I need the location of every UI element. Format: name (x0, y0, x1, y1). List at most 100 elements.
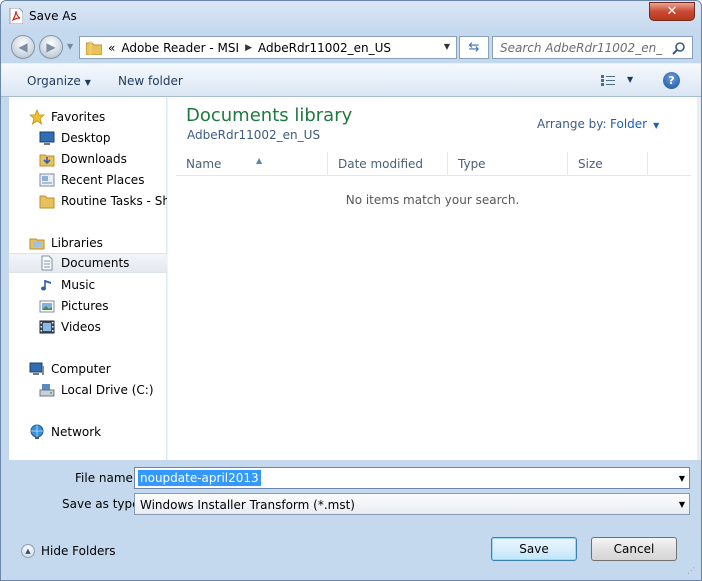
file-name-label: File name: (75, 471, 137, 485)
refresh-button[interactable]: ⇆ (459, 36, 489, 59)
documents-icon (41, 255, 53, 271)
downloads-folder-icon (39, 154, 55, 167)
column-header-size[interactable]: Size (568, 152, 648, 176)
caret-down-icon: ▼ (653, 121, 660, 130)
nav-item-label: Local Drive (C:) (61, 383, 154, 397)
nav-item-videos[interactable]: Videos (39, 317, 101, 337)
organize-menu-button[interactable]: Organize ▼ (27, 74, 91, 88)
nav-computer-label: Computer (51, 362, 111, 376)
view-options-icon[interactable] (601, 75, 615, 87)
nav-network-label: Network (51, 425, 102, 439)
computer-icon (29, 362, 44, 375)
save-as-type-select[interactable]: Windows Installer Transform (*.mst) ▼ (134, 493, 690, 515)
nav-network[interactable]: Network (29, 422, 101, 442)
nav-item-label: Recent Places (61, 173, 145, 187)
nav-favorites-label: Favorites (51, 110, 106, 124)
library-title: Documents library (186, 105, 353, 126)
breadcrumb-adobe-reader-msi[interactable]: Adobe Reader - MSI (121, 41, 239, 55)
nav-item-downloads[interactable]: Downloads (39, 149, 127, 169)
nav-computer[interactable]: Computer (29, 359, 111, 379)
drive-icon (39, 384, 55, 397)
column-header-type[interactable]: Type (448, 152, 568, 176)
resize-grip-icon[interactable]: ⋰ (687, 566, 697, 576)
nav-libraries-label: Libraries (51, 236, 103, 250)
file-name-input[interactable]: noupdate-april2013 (138, 470, 261, 486)
libraries-icon (29, 238, 45, 250)
refresh-icon: ⇆ (468, 40, 480, 55)
file-name-dropdown-icon[interactable]: ▼ (679, 474, 685, 483)
column-header-name[interactable]: ▲ Name (176, 152, 328, 176)
back-button[interactable]: ◀ (11, 35, 35, 59)
nav-item-label: Documents (61, 256, 130, 270)
save-as-type-value: Windows Installer Transform (*.mst) (140, 498, 355, 512)
folder-icon (39, 195, 55, 209)
forward-arrow-icon: ▶ (46, 40, 56, 54)
nav-item-desktop[interactable]: Desktop (39, 128, 111, 148)
folder-icon (86, 40, 102, 55)
save-as-dialog: Save As ✕ ◀ ▶ ▼ « Adobe Reader - MSI ▶ A… (0, 0, 702, 581)
column-header-label: Name (186, 157, 222, 171)
adobe-pdf-icon (9, 8, 23, 24)
title-bar[interactable]: Save As ✕ (1, 1, 701, 31)
column-header-label: Date modified (338, 157, 424, 171)
nav-favorites[interactable]: Favorites (29, 107, 105, 127)
arrange-by-value: Folder (610, 117, 648, 131)
videos-icon (39, 320, 55, 334)
breadcrumb-separator-icon[interactable]: ▶ (245, 43, 252, 53)
file-list-pane: Documents library AdbeRdr11002_en_US Arr… (168, 97, 697, 460)
save-button[interactable]: Save (491, 537, 577, 561)
forward-button[interactable]: ▶ (39, 35, 63, 59)
help-icon[interactable]: ? (663, 72, 680, 89)
column-header-label: Type (458, 157, 486, 171)
nav-item-label: Videos (61, 320, 101, 334)
search-input[interactable] (493, 37, 663, 58)
address-dropdown-icon[interactable]: ▼ (444, 42, 450, 51)
pictures-icon (39, 300, 55, 313)
sort-ascending-icon: ▲ (256, 156, 263, 165)
window-title: Save As (29, 9, 77, 23)
library-subtitle: AdbeRdr11002_en_US (187, 128, 321, 142)
arrange-by-dropdown[interactable]: Folder ▼ (610, 117, 659, 131)
address-bar[interactable]: « Adobe Reader - MSI ▶ AdbeRdr11002_en_U… (79, 36, 457, 59)
search-box (492, 36, 693, 59)
search-icon[interactable] (672, 41, 686, 55)
column-header-label: Size (578, 157, 603, 171)
nav-item-label: Downloads (61, 152, 127, 166)
arrange-by-label: Arrange by: (537, 117, 607, 131)
back-arrow-icon: ◀ (18, 40, 28, 54)
navigation-pane: Favorites Desktop Downloads Recent Place… (9, 97, 167, 460)
nav-item-label: Routine Tasks - Shor (61, 194, 167, 208)
save-as-type-label: Save as type: (62, 497, 144, 511)
caret-down-icon: ▼ (84, 78, 91, 87)
nav-item-recent-places[interactable]: Recent Places (39, 170, 144, 190)
nav-item-local-drive[interactable]: Local Drive (C:) (39, 380, 154, 400)
nav-libraries[interactable]: Libraries (29, 233, 103, 253)
hide-folders-label: Hide Folders (41, 544, 116, 558)
nav-item-music[interactable]: Music (39, 275, 95, 295)
empty-results-message: No items match your search. (345, 193, 520, 207)
desktop-icon (39, 131, 55, 145)
cancel-button[interactable]: Cancel (591, 537, 677, 561)
nav-item-label: Music (61, 278, 96, 292)
file-name-combobox[interactable]: noupdate-april2013 ▼ (134, 467, 690, 489)
nav-item-routine-tasks[interactable]: Routine Tasks - Shor (39, 191, 167, 211)
file-list-scrollbar[interactable] (697, 97, 701, 460)
address-overflow-chevron[interactable]: « (108, 41, 115, 55)
breadcrumb-adbe-rdr[interactable]: AdbeRdr11002_en_US (258, 41, 391, 55)
nav-item-documents[interactable]: Documents (9, 253, 167, 273)
save-as-type-dropdown-icon[interactable]: ▼ (679, 500, 685, 509)
recent-locations-dropdown-icon[interactable]: ▼ (67, 42, 73, 51)
chevron-up-icon: ▲ (21, 544, 35, 558)
nav-item-label: Pictures (61, 299, 109, 313)
view-options-dropdown-icon[interactable]: ▼ (627, 75, 633, 84)
command-toolbar: Organize ▼ New folder ▼ ? (1, 63, 701, 97)
star-icon (29, 109, 45, 125)
close-button[interactable]: ✕ (649, 2, 695, 21)
navigation-row: ◀ ▶ ▼ « Adobe Reader - MSI ▶ AdbeRdr1100… (1, 31, 701, 63)
recent-places-icon (39, 173, 55, 187)
column-header-date-modified[interactable]: Date modified (328, 152, 448, 176)
organize-label: Organize (27, 74, 81, 88)
hide-folders-toggle[interactable]: ▲ Hide Folders (21, 544, 116, 558)
nav-item-pictures[interactable]: Pictures (39, 296, 109, 316)
new-folder-button[interactable]: New folder (118, 74, 183, 88)
